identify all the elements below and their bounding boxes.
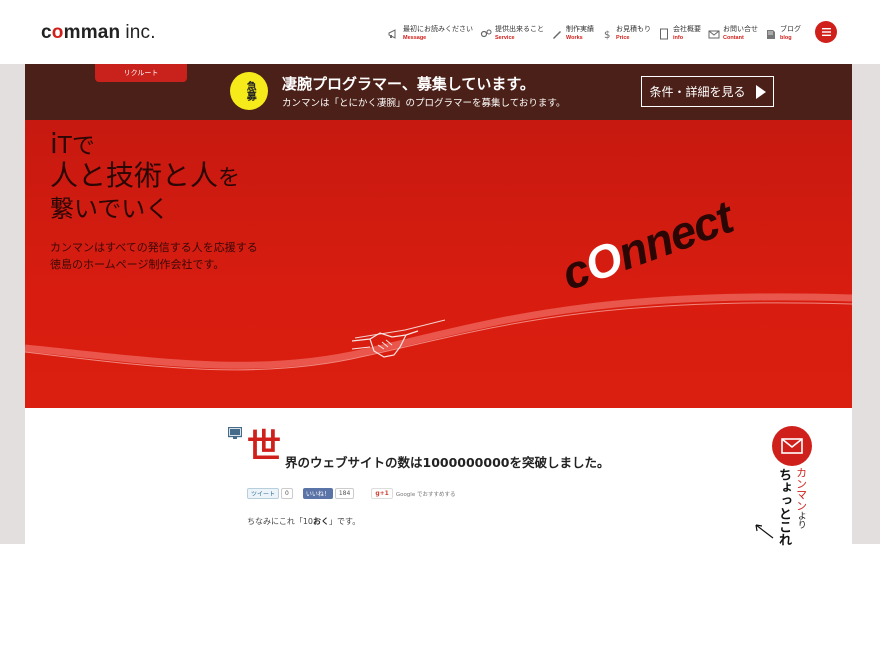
logo-part1: c — [41, 22, 52, 43]
megaphone-icon — [388, 29, 396, 39]
hero-line1-b: Tで — [57, 133, 95, 159]
nav-sublabel: blog — [780, 35, 792, 41]
hero: iTで 人と技術と人を 繋いでいく カンマンはすべての発信する人を応援する 徳島… — [25, 120, 852, 408]
book-icon — [767, 30, 775, 39]
nav-sublabel: info — [673, 35, 684, 41]
hero-description-2: 徳島のホームページ制作会社です。 — [50, 258, 225, 271]
share-buttons: ツイート 0 いいね！ 184 g+1 Google でおすすめする — [247, 488, 455, 499]
recruit-banner: リクルート 急募 凄腕プログラマー、募集しています。 カンマンは「とにかく凄腕」… — [25, 64, 852, 120]
nav-item-works[interactable]: 制作実績 Works — [551, 26, 594, 46]
side-note-line2: ちょっとこれ — [775, 468, 791, 546]
hero-line2: 人と技術と人を — [50, 162, 240, 190]
pen-icon — [553, 31, 561, 39]
urgent-badge: 急募 — [230, 72, 268, 110]
logo-o: o — [51, 22, 64, 43]
menu-button[interactable] — [815, 21, 837, 43]
envelope-icon — [708, 30, 720, 39]
site-header: comman inc. 最初にお読みください Message 提供出来ること Se… — [0, 0, 880, 64]
nav-sublabel: Works — [566, 35, 583, 41]
document-icon — [660, 28, 668, 40]
details-button-label: 条件・詳細を見る — [649, 85, 746, 99]
nav-item-price[interactable]: $ お見積もり Price — [601, 26, 651, 46]
monitor-icon — [228, 427, 242, 439]
post-body-c: 」です。 — [329, 517, 361, 526]
nav-sublabel: Contant — [723, 35, 744, 41]
play-icon — [755, 84, 766, 99]
gplus-label: Google でおすすめする — [395, 491, 456, 498]
arrow-icon — [755, 524, 774, 539]
logo-inc: inc. — [125, 22, 156, 43]
post-body: ちなみにこれ「10おく」です。 — [247, 516, 360, 527]
nav-sublabel: Price — [616, 35, 630, 41]
tweet-count: 0 — [281, 488, 293, 499]
post-title[interactable]: 界のウェブサイトの数は1000000000を突破しました。 — [285, 452, 609, 471]
hero-line2-a: 人と技術と人 — [50, 159, 219, 192]
side-note-line1-b: より — [795, 511, 806, 529]
recruit-tab[interactable]: リクルート — [95, 64, 187, 82]
details-button[interactable]: 条件・詳細を見る — [641, 76, 774, 107]
post-body-a: ちなみにこれ「10 — [247, 517, 314, 526]
nav-label: 提供出来ること — [495, 25, 544, 33]
nav-label: 最初にお読みください — [403, 25, 473, 33]
like-count: 184 — [334, 488, 355, 499]
logo[interactable]: comman inc. — [41, 22, 156, 44]
svg-text:$: $ — [604, 30, 610, 40]
urgent-badge-label: 急募 — [244, 81, 256, 101]
nav-item-service[interactable]: 提供出来ること Service — [480, 26, 544, 46]
handshake-icon — [351, 330, 419, 358]
mail-button[interactable] — [772, 426, 812, 466]
side-note-line1: カンマンより — [794, 467, 808, 529]
content-area: 世 界のウェブサイトの数は1000000000を突破しました。 ツイート 0 い… — [25, 408, 852, 546]
hamburger-icon — [821, 28, 831, 36]
logo-part2: mman — [63, 22, 121, 43]
nav-sublabel: Service — [495, 35, 515, 41]
gears-icon — [480, 29, 492, 38]
nav-label: ブログ — [780, 25, 801, 33]
main-nav: 最初にお読みください Message 提供出来ること Service 制作実績 … — [388, 26, 808, 46]
nav-label: 制作実績 — [566, 25, 594, 33]
like-button[interactable]: いいね！ — [302, 488, 333, 499]
nav-label: お問い合せ — [723, 25, 758, 33]
hero-line1-a: i — [50, 127, 58, 160]
hero-line3: 繋いでいく — [50, 195, 170, 223]
envelope-icon — [781, 438, 803, 454]
post-title-initial: 世 — [247, 427, 281, 467]
recruit-title: 凄腕プログラマー、募集しています。 — [282, 75, 535, 93]
hero-description-1: カンマンはすべての発信する人を応援する — [50, 241, 258, 254]
post-body-b: おく — [313, 517, 330, 526]
hero-line2-b: を — [218, 166, 241, 191]
dollar-icon: $ — [604, 30, 610, 40]
page: comman inc. 最初にお読みください Message 提供出来ること Se… — [0, 0, 880, 660]
recruit-subtitle: カンマンは「とにかく凄腕」のプログラマーを募集しております。 — [282, 98, 566, 109]
nav-label: 会社概要 — [673, 25, 701, 33]
side-note-line1-a: カンマン — [794, 467, 808, 511]
nav-item-blog[interactable]: ブログ blog — [765, 26, 801, 46]
gplus-button[interactable]: g+1 — [371, 488, 393, 499]
hero-line1: iTで — [50, 130, 95, 158]
nav-sublabel: Message — [403, 35, 427, 41]
nav-item-info[interactable]: 会社概要 info — [658, 26, 701, 46]
nav-item-message[interactable]: 最初にお読みください Message — [388, 26, 473, 46]
tweet-button[interactable]: ツイート — [247, 488, 280, 499]
nav-label: お見積もり — [616, 25, 651, 33]
nav-item-contact[interactable]: お問い合せ Contant — [708, 26, 758, 46]
